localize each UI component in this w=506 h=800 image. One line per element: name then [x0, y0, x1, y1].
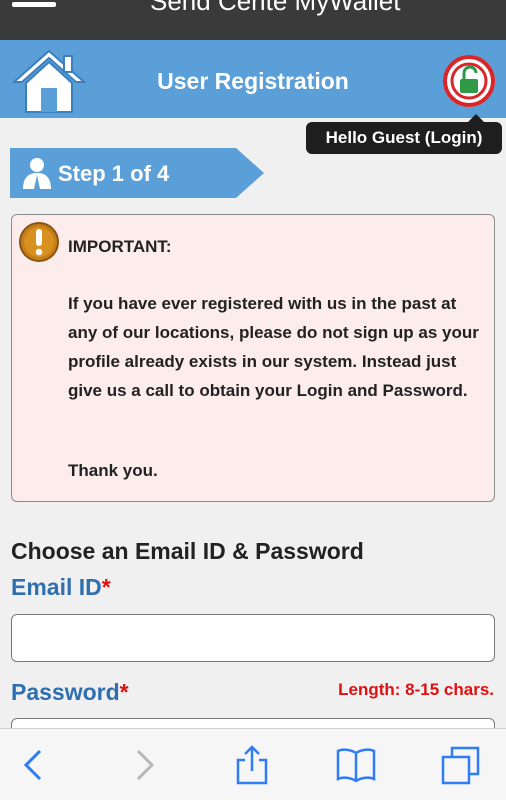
bookmarks-icon[interactable]: [336, 745, 376, 785]
browser-page-title: Send Cente MyWallet: [150, 0, 401, 16]
step-banner: Step 1 of 4: [10, 148, 264, 198]
login-tooltip[interactable]: Hello Guest (Login): [306, 114, 502, 154]
notice-closing: Thank you.: [68, 461, 158, 480]
tabs-icon[interactable]: [440, 745, 480, 785]
important-notice: IMPORTANT: If you have ever registered w…: [11, 214, 495, 502]
exclamation-icon: [18, 221, 60, 263]
back-arrow-icon[interactable]: [14, 745, 54, 785]
notice-body: If you have ever registered with us in t…: [68, 294, 479, 400]
forward-arrow-icon[interactable]: [124, 745, 164, 785]
password-length-hint: Length: 8-15 chars.: [338, 680, 494, 699]
step-label: Step 1 of 4: [58, 161, 170, 186]
email-label-text: Email ID: [11, 574, 102, 600]
required-mark: *: [101, 574, 111, 600]
share-icon[interactable]: [232, 745, 272, 785]
page-title: User Registration: [157, 68, 349, 94]
password-label: Password*: [11, 679, 129, 706]
browser-toolbar: [0, 728, 506, 800]
user-icon: [20, 156, 54, 190]
email-label: Email ID*: [11, 574, 111, 601]
notice-title: IMPORTANT:: [68, 237, 172, 256]
hamburger-menu-icon[interactable]: [12, 2, 56, 10]
unlock-icon[interactable]: [442, 54, 496, 108]
app-header: User Registration: [0, 40, 506, 118]
browser-title-bar: Send Cente MyWallet: [0, 0, 506, 40]
email-field[interactable]: [11, 614, 495, 662]
section-heading: Choose an Email ID & Password: [11, 538, 364, 564]
password-label-text: Password: [11, 679, 120, 705]
required-mark: *: [119, 679, 129, 705]
